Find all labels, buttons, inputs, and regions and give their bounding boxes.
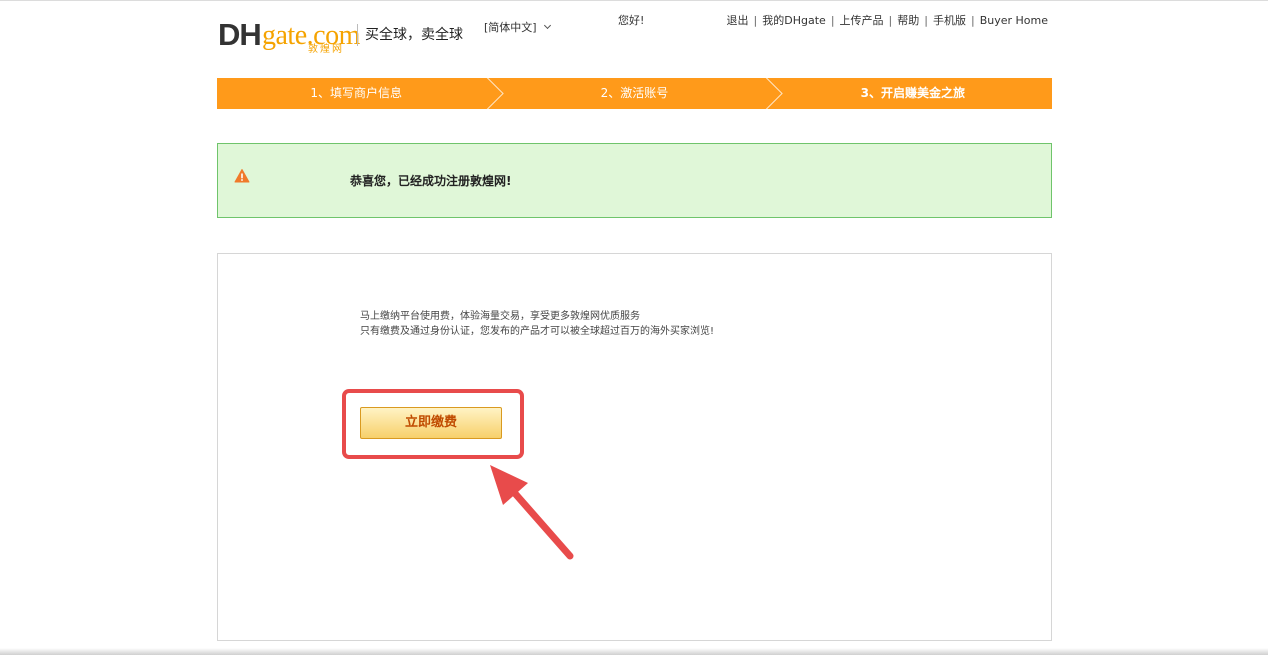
- divider: |: [924, 14, 928, 27]
- step-1: 1、填写商户信息: [217, 77, 505, 110]
- step-label: 3、开启赚美金之旅: [860, 86, 965, 100]
- logout-link[interactable]: 退出: [727, 14, 749, 27]
- divider: |: [970, 14, 975, 27]
- divider: |: [753, 14, 758, 27]
- success-notice: 恭喜您，已经成功注册敦煌网!: [217, 143, 1052, 218]
- step-2: 2、激活账号: [495, 77, 783, 110]
- dhgate-logo[interactable]: DH gate.com 敦煌网: [218, 17, 360, 58]
- top-border: [0, 0, 1268, 1]
- payment-description: 马上缴纳平台使用费，体验海量交易，享受更多敦煌网优质服务 只有缴费及通过身份认证…: [360, 309, 714, 339]
- bottom-edge: [0, 648, 1268, 655]
- chevron-down-icon: [543, 21, 551, 30]
- logo-dh: DH: [218, 17, 262, 52]
- description-line: 马上缴纳平台使用费，体验海量交易，享受更多敦煌网优质服务: [360, 311, 640, 322]
- upload-product-link[interactable]: 上传产品: [840, 14, 884, 27]
- divider: |: [830, 14, 835, 27]
- step-3-current: 3、开启赚美金之旅: [774, 78, 1052, 109]
- warning-icon: [234, 169, 250, 183]
- greeting: 您好!: [618, 14, 645, 27]
- pay-now-button[interactable]: 立即缴费: [360, 407, 502, 439]
- help-link[interactable]: 帮助: [897, 14, 919, 27]
- slogan: 买全球，卖全球: [365, 27, 463, 43]
- registration-steps: 1、填写商户信息 2、激活账号 3、开启赚美金之旅: [217, 77, 1052, 110]
- my-dhgate-link[interactable]: 我的DHgate: [762, 14, 826, 27]
- payment-panel: 马上缴纳平台使用费，体验海量交易，享受更多敦煌网优质服务 只有缴费及通过身份认证…: [217, 253, 1052, 641]
- language-selector[interactable]: [简体中文]: [484, 21, 551, 35]
- mobile-link[interactable]: 手机版: [933, 14, 966, 27]
- description-line: 只有缴费及通过身份认证，您发布的产品才可以被全球超过百万的海外买家浏览!: [360, 326, 715, 337]
- logo-divider: [357, 24, 358, 46]
- language-label: [简体中文]: [484, 21, 537, 34]
- step-label: 1、填写商户信息: [310, 86, 402, 100]
- notice-message: 恭喜您，已经成功注册敦煌网!: [350, 174, 512, 188]
- step-label: 2、激活账号: [600, 86, 669, 100]
- logo-chinese: 敦煌网: [308, 44, 344, 55]
- buyer-home-link[interactable]: Buyer Home: [980, 14, 1048, 27]
- top-links: 退出 | 我的DHgate | 上传产品 | 帮助 | 手机版 | Buyer Home: [727, 14, 1048, 28]
- divider: |: [888, 14, 893, 27]
